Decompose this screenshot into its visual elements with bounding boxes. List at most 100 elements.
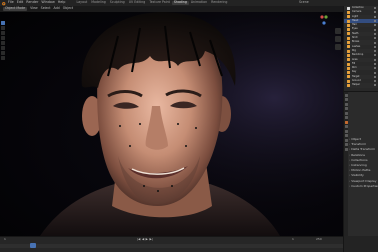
object-icon <box>347 32 350 36</box>
outliner-row[interactable]: Helper <box>344 83 378 88</box>
visibility-eye-icon[interactable] <box>374 32 376 35</box>
menu-window[interactable]: Window <box>41 0 54 4</box>
visibility-eye-icon[interactable] <box>374 67 376 70</box>
visibility-eye-icon[interactable] <box>374 80 376 83</box>
3d-viewport[interactable]: Object Mode View Select Add Object <box>0 6 343 236</box>
play-icon[interactable]: ▶ <box>146 238 148 241</box>
properties-section[interactable]: ›Instancing <box>349 164 367 167</box>
object-icon <box>347 83 350 87</box>
tab-texture-paint[interactable]: Texture Paint <box>147 1 172 4</box>
visibility-eye-icon[interactable] <box>374 37 376 40</box>
particles-tab-icon[interactable] <box>344 129 348 133</box>
playhead[interactable] <box>30 243 36 248</box>
visibility-eye-icon[interactable] <box>374 11 376 14</box>
rotate-tool-icon[interactable] <box>1 36 5 40</box>
visibility-eye-icon[interactable] <box>374 45 376 48</box>
current-frame-field[interactable]: 1 <box>4 238 6 241</box>
tab-modeling[interactable]: Modeling <box>89 1 108 4</box>
object-mode-dropdown[interactable]: Object Mode <box>3 7 28 12</box>
pan-hand-icon[interactable] <box>335 36 341 42</box>
camera-view-icon[interactable] <box>335 44 341 50</box>
object-icon <box>347 45 350 49</box>
properties-section[interactable]: ›Viewport Display <box>349 179 376 183</box>
properties-section[interactable]: ›Transform <box>349 143 366 146</box>
tab-sculpting[interactable]: Sculpting <box>108 1 127 4</box>
scene-tab-icon[interactable] <box>344 111 348 115</box>
properties-section-label: Transform <box>351 142 367 147</box>
viewport-menu-add[interactable]: Add <box>54 7 60 10</box>
visibility-eye-icon[interactable] <box>374 20 376 23</box>
render-tab-icon[interactable] <box>344 98 348 101</box>
object-icon <box>347 62 350 66</box>
tab-shading[interactable]: Shading <box>171 1 189 5</box>
material-tab-icon[interactable] <box>344 147 348 151</box>
navigation-gizmo-icon[interactable] <box>318 14 330 26</box>
constraints-tab-icon[interactable] <box>344 138 348 142</box>
blender-logo-icon[interactable] <box>1 1 6 6</box>
step-forward-icon[interactable]: ▶| <box>149 238 152 241</box>
scene-selector[interactable]: Scene <box>299 0 309 4</box>
visibility-eye-icon[interactable] <box>374 84 376 87</box>
viewport-menu-object[interactable]: Object <box>63 7 73 10</box>
properties-section[interactable]: ›Object <box>349 138 361 141</box>
world-tab-icon[interactable] <box>344 116 348 119</box>
tab-uv-editing[interactable]: UV Editing <box>127 1 148 4</box>
visibility-eye-icon[interactable] <box>374 54 376 57</box>
visibility-eye-icon[interactable] <box>374 41 376 44</box>
visibility-eye-icon[interactable] <box>374 15 376 18</box>
visibility-eye-icon[interactable] <box>374 63 376 65</box>
object-icon <box>347 41 350 45</box>
visibility-eye-icon[interactable] <box>374 24 376 27</box>
measure-tool-icon[interactable] <box>1 56 5 60</box>
outliner-row-label: Fill <box>352 61 356 65</box>
modifiers-tab-icon[interactable] <box>344 125 348 128</box>
tool-tab-icon[interactable] <box>344 93 348 97</box>
step-back-icon[interactable]: ◀ <box>142 238 144 241</box>
select-tool-icon[interactable] <box>1 21 5 25</box>
properties-section[interactable]: ›Collections <box>349 158 368 162</box>
visibility-eye-icon[interactable] <box>374 7 376 10</box>
tab-animation[interactable]: Animation <box>189 1 209 4</box>
menu-edit[interactable]: Edit <box>17 0 24 4</box>
viewport-menu-select[interactable]: Select <box>41 7 51 10</box>
tab-rendering[interactable]: Rendering <box>209 1 229 4</box>
zoom-icon[interactable] <box>335 28 341 34</box>
visibility-eye-icon[interactable] <box>374 71 376 74</box>
physics-tab-icon[interactable] <box>344 134 348 137</box>
properties-section[interactable]: ›Relations <box>349 153 365 157</box>
outliner-row-label: Hair <box>352 23 357 27</box>
outliner-row-label: Key <box>352 70 357 74</box>
tab-layout[interactable]: Layout <box>74 1 89 4</box>
properties-section[interactable]: ›Custom Properties <box>349 184 378 188</box>
outliner-row-label: Rig <box>352 48 356 52</box>
jump-start-icon[interactable]: |◀ <box>137 238 140 241</box>
properties-section[interactable]: ›Visibility <box>349 174 364 177</box>
annotate-tool-icon[interactable] <box>1 51 5 55</box>
start-frame-field[interactable]: 1 <box>292 238 294 241</box>
timeline-ruler[interactable] <box>0 244 343 248</box>
object-icon <box>347 28 350 32</box>
visibility-eye-icon[interactable] <box>374 50 376 53</box>
menu-render[interactable]: Render <box>26 0 38 4</box>
move-tool-icon[interactable] <box>1 31 5 35</box>
scale-tool-icon[interactable] <box>1 41 5 45</box>
tool-shelf <box>1 21 5 61</box>
cursor-tool-icon[interactable] <box>1 26 5 30</box>
transform-tool-icon[interactable] <box>1 46 5 50</box>
object-tab-icon[interactable] <box>344 120 348 124</box>
properties-section[interactable]: ›Motion Paths <box>349 169 370 172</box>
data-tab-icon[interactable] <box>344 143 348 146</box>
output-tab-icon[interactable] <box>344 102 348 106</box>
visibility-eye-icon[interactable] <box>374 28 376 31</box>
visibility-eye-icon[interactable] <box>374 58 376 61</box>
visibility-eye-icon[interactable] <box>374 75 376 78</box>
menu-file[interactable]: File <box>8 0 14 4</box>
view-layer-tab-icon[interactable] <box>344 107 348 110</box>
outliner-row-label: Eyes <box>352 27 358 31</box>
menu-help[interactable]: Help <box>58 0 66 4</box>
properties-section[interactable]: ›Delta Transform <box>349 148 375 151</box>
end-frame-field[interactable]: 250 <box>316 238 322 241</box>
object-icon <box>347 6 350 10</box>
outliner-row-label: Light <box>352 14 358 18</box>
viewport-menu-view[interactable]: View <box>30 7 38 10</box>
